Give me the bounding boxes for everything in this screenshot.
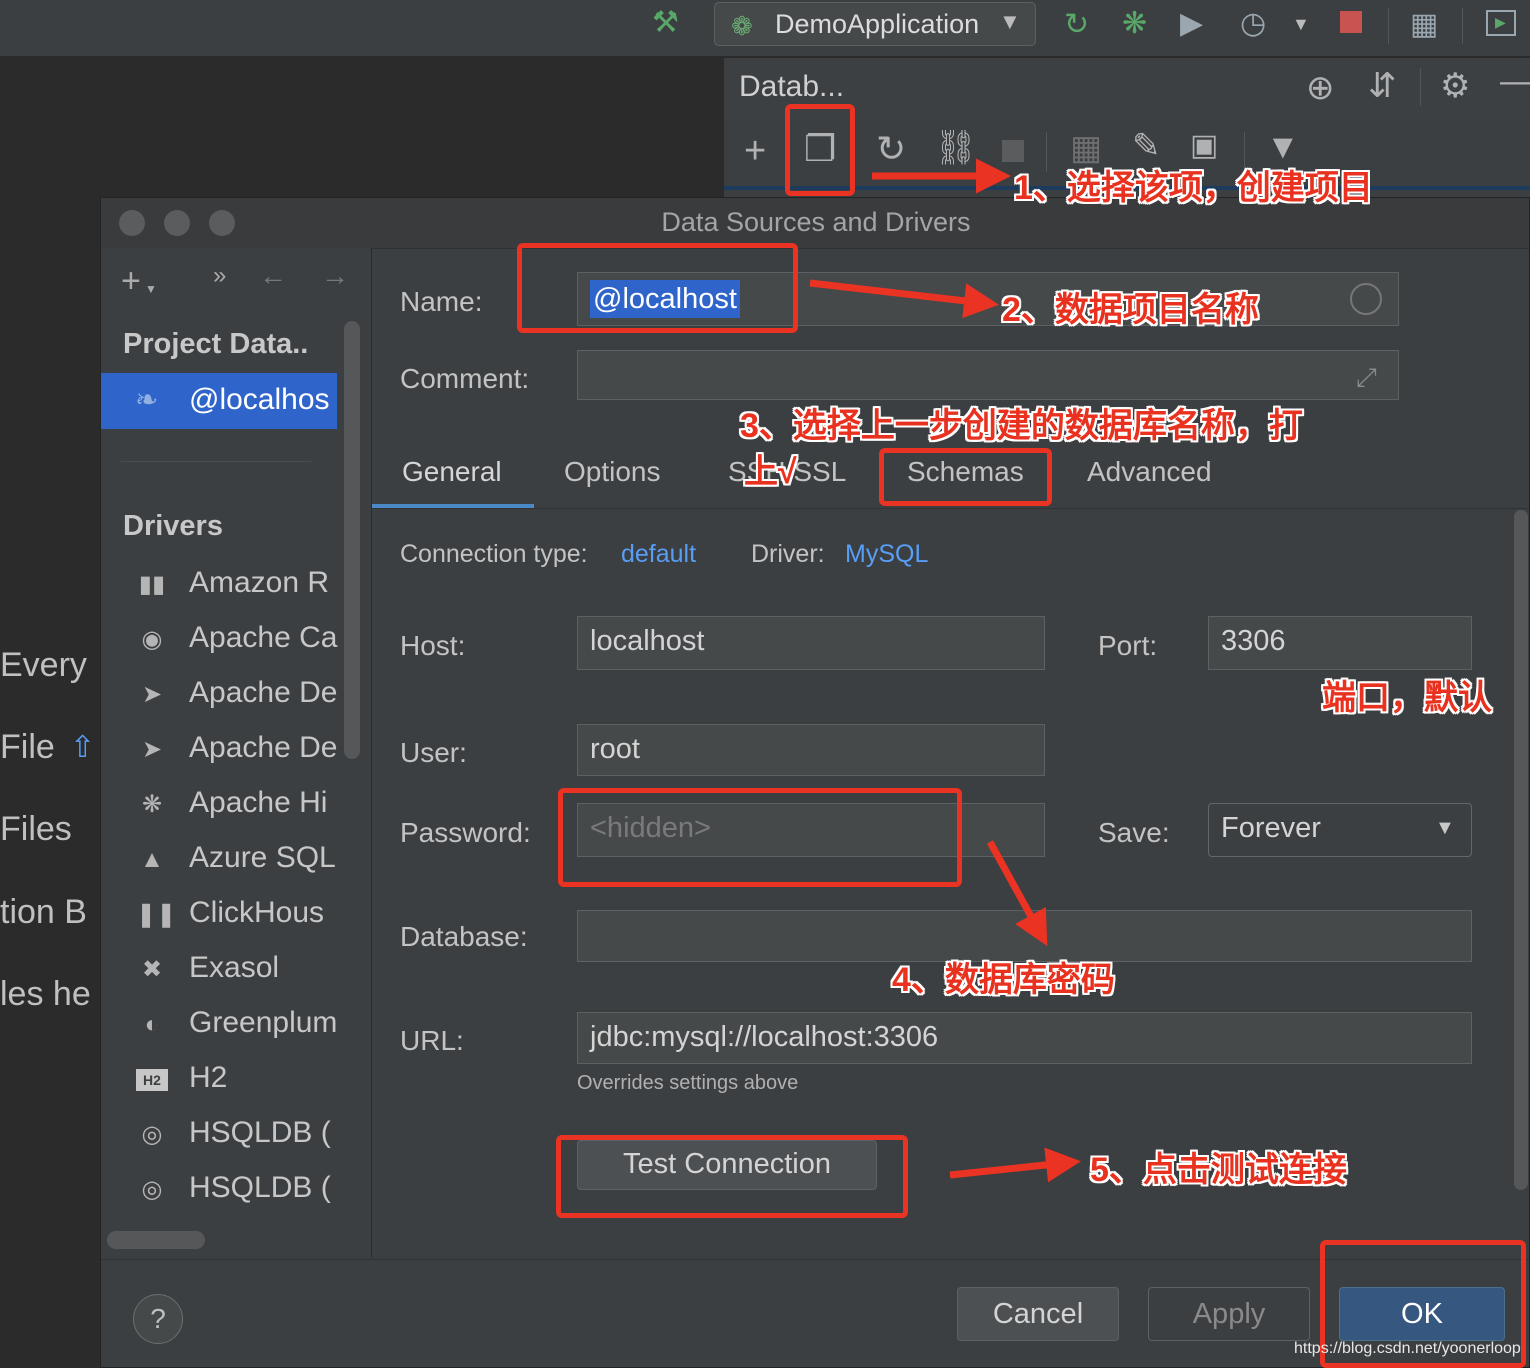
- highlight-duplicate-button: [785, 104, 855, 196]
- watermark: https://blog.csdn.net/yoonerloop: [1294, 1340, 1521, 1357]
- annotation-step5: 5、点击测试连接: [1090, 1151, 1347, 1189]
- arrow-step5: [949, 1147, 1081, 1183]
- highlight-name-field: [517, 243, 798, 333]
- highlight-password-field: [558, 788, 962, 887]
- annotation-step4: 4、数据库密码: [892, 961, 1115, 999]
- annotation-port-note: 端口，默认: [1322, 679, 1492, 717]
- annotation-step3-line2: 上√: [744, 453, 797, 491]
- annotation-step2: 2、数据项目名称: [1002, 291, 1259, 329]
- arrow-step2: [809, 279, 999, 319]
- highlight-test-connection: [556, 1135, 908, 1218]
- annotation-step3-line1: 3、选择上一步创建的数据库名称，打: [740, 407, 1303, 445]
- arrow-step4: [986, 840, 1048, 947]
- highlight-schemas-tab: [879, 448, 1052, 506]
- annotation-step1: 1、选择该项，创建项目: [1014, 169, 1373, 207]
